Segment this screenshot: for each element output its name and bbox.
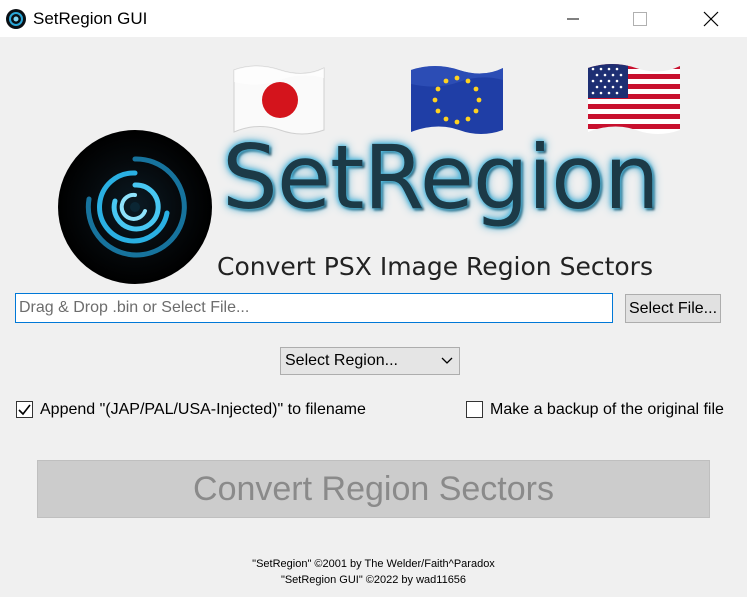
close-icon xyxy=(703,11,719,26)
logo-text: SetRegion xyxy=(222,126,660,229)
backup-label: Make a backup of the original file xyxy=(490,401,724,418)
title-bar: SetRegion GUI xyxy=(0,0,747,37)
maximize-button[interactable] xyxy=(617,0,663,37)
credits-line-2: "SetRegion GUI" ©2022 by wad11656 xyxy=(280,574,467,586)
tagline: Convert PSX Image Region Sectors xyxy=(217,252,653,281)
append-suffix-checkbox[interactable] xyxy=(16,401,33,418)
region-dropdown-value: Select Region... xyxy=(285,352,398,369)
credits: "SetRegion" ©2001 by The Welder/Faith^Pa… xyxy=(0,556,747,588)
select-file-button[interactable]: Select File... xyxy=(625,294,721,323)
append-suffix-label: Append "(JAP/PAL/USA-Injected)" to filen… xyxy=(40,401,366,418)
close-button[interactable] xyxy=(688,0,734,37)
file-path-input[interactable] xyxy=(15,293,613,323)
window-title: SetRegion GUI xyxy=(33,9,148,28)
minimize-button[interactable] xyxy=(550,0,596,37)
region-dropdown[interactable]: Select Region... xyxy=(280,347,460,375)
app-icon xyxy=(6,9,26,29)
checkmark-icon xyxy=(18,404,31,416)
minimize-icon xyxy=(567,18,579,19)
credits-line-1: "SetRegion" ©2001 by The Welder/Faith^Pa… xyxy=(252,558,495,570)
backup-checkbox[interactable] xyxy=(466,401,483,418)
logo-swirl-icon xyxy=(58,130,212,284)
maximize-icon xyxy=(633,11,647,26)
convert-button[interactable]: Convert Region Sectors xyxy=(37,460,710,518)
chevron-down-icon xyxy=(441,357,453,364)
